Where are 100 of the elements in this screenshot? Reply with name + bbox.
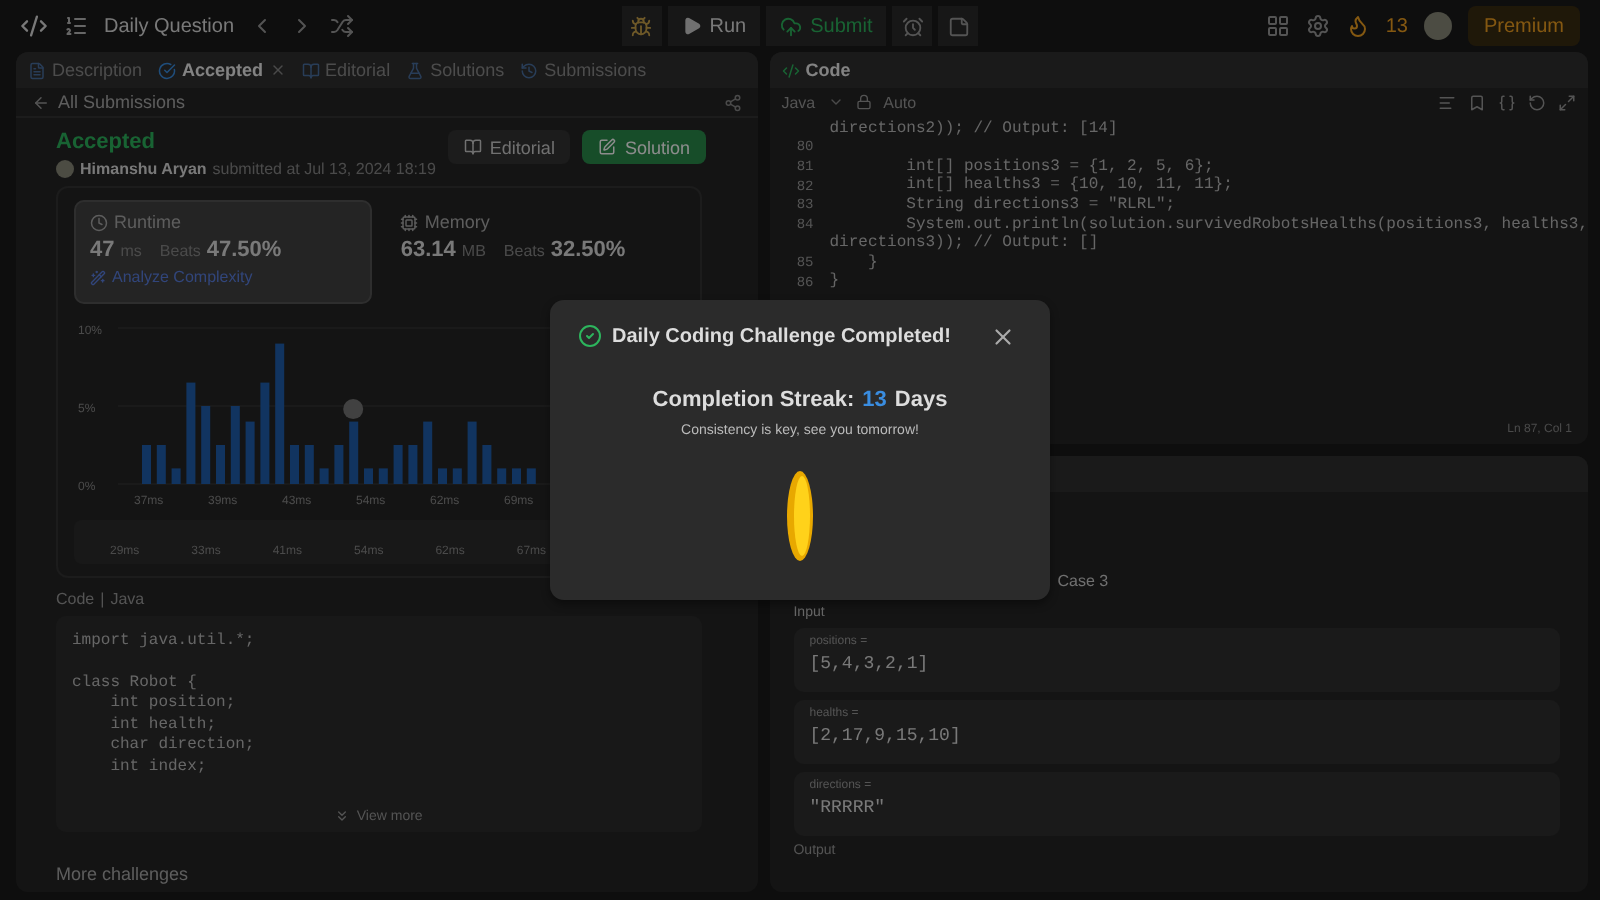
avatar-icon — [56, 160, 74, 178]
run-button[interactable]: Run — [667, 6, 761, 46]
problem-list-title[interactable]: Daily Question — [104, 15, 235, 37]
code-line: directions2)); // Output: [14] — [827, 119, 1118, 141]
chart-bar — [482, 445, 492, 484]
lock-icon — [855, 94, 872, 110]
history-icon — [520, 61, 539, 79]
code-line: import java.util.*; — [72, 632, 257, 653]
alarm-button[interactable] — [892, 6, 933, 46]
streak-number: 13 — [862, 388, 887, 412]
code-line: int index; — [108, 757, 209, 778]
flask-icon — [406, 61, 425, 79]
code-line: int[] healths3 = {10, 10, 11, 11}; — [904, 176, 1233, 196]
logo-icon[interactable] — [20, 12, 48, 40]
close-icon[interactable] — [269, 62, 286, 78]
param-value: "RRRRR" — [809, 798, 888, 819]
wand-icon — [90, 269, 106, 285]
more-challenges-heading: More challenges — [56, 864, 191, 884]
back-arrow-icon[interactable] — [32, 93, 50, 111]
chart-bar — [497, 468, 507, 484]
clock-icon — [90, 213, 108, 231]
code-line: char direction; — [108, 736, 257, 757]
code-line: int[] positions3 = {1, 2, 5, 6}; — [904, 157, 1214, 176]
beats-value: 47.50% — [206, 238, 282, 262]
chart-bar — [526, 468, 536, 484]
book-icon — [301, 61, 320, 79]
cloud-upload-icon — [780, 15, 803, 37]
code-label: Code — [56, 590, 95, 608]
chevron-down-icon[interactable] — [827, 94, 844, 110]
expand-icon[interactable] — [1558, 93, 1576, 111]
separator: | — [100, 590, 105, 608]
chart-bar — [408, 445, 418, 484]
chart-bar — [319, 468, 329, 484]
chart-bar — [216, 445, 225, 484]
code-tab[interactable]: Code — [781, 60, 851, 80]
language-label: Java — [110, 590, 145, 608]
alarm-clock-icon — [901, 15, 924, 37]
chart-bar — [260, 382, 270, 484]
dialog-title: Daily Coding Challenge Completed! — [612, 325, 951, 347]
settings-icon[interactable] — [1305, 14, 1330, 38]
param-value: [2,17,9,15,10] — [809, 726, 963, 747]
chart-bar — [349, 421, 359, 484]
avatar-marker — [343, 399, 364, 420]
panel-tab[interactable]: Accepted — [158, 60, 286, 80]
auto-mode-label: Auto — [883, 93, 917, 111]
chart-bar — [230, 406, 240, 484]
book-icon — [463, 138, 482, 156]
avatar-icon[interactable] — [1424, 12, 1452, 40]
chart-bar — [393, 445, 403, 484]
braces-icon[interactable] — [1498, 93, 1516, 111]
chart-bar — [423, 421, 433, 484]
bookmark-icon[interactable] — [1468, 93, 1486, 111]
solution-button[interactable]: Solution — [582, 130, 706, 164]
chart-bar — [186, 382, 196, 484]
reset-icon[interactable] — [1528, 93, 1546, 111]
code-icon — [781, 61, 800, 79]
chart-bar — [364, 468, 373, 484]
language-selector[interactable]: Java — [781, 93, 816, 111]
chart-bar — [201, 406, 211, 484]
code-line: directions3)); // Output: [] — [827, 234, 1099, 254]
note-button[interactable] — [938, 6, 979, 46]
debug-button[interactable] — [621, 6, 662, 46]
code-line: System.out.println(solution.survivedRobotsHealths(positions3, healths3, — [904, 215, 1588, 234]
param-value: [5,4,3,2,1] — [809, 654, 931, 675]
chart-bar — [171, 468, 181, 484]
chart-bar — [378, 468, 388, 484]
editorial-button[interactable]: Editorial — [447, 130, 571, 164]
beats-value: 32.50% — [550, 238, 626, 262]
format-icon[interactable] — [1438, 93, 1456, 111]
author-name[interactable]: Himanshu Aryan — [80, 160, 207, 178]
chart-bar — [245, 421, 255, 484]
play-icon — [681, 16, 702, 36]
code-line: } — [829, 272, 840, 294]
pen-icon — [598, 138, 617, 156]
layout-icon[interactable] — [1265, 14, 1290, 38]
chart-bar — [512, 468, 521, 484]
analyze-complexity-link[interactable]: Analyze Complexity — [112, 268, 253, 286]
submit-button[interactable]: Submit — [766, 6, 887, 46]
chart-bar — [467, 421, 477, 484]
case-tab[interactable]: Case 3 — [1057, 572, 1560, 590]
streak-unit: Days — [894, 388, 948, 412]
coin-icon — [786, 470, 814, 562]
stat-value: 47 — [90, 238, 115, 262]
code-line: } — [865, 253, 878, 275]
list-icon[interactable] — [64, 14, 88, 38]
chevrons-down-icon[interactable] — [334, 808, 351, 824]
shuffle-icon[interactable] — [330, 14, 355, 38]
stat-label: Memory — [424, 212, 490, 232]
close-icon — [989, 323, 1015, 349]
streak-count: 13 — [1385, 15, 1408, 37]
chart-bar — [438, 468, 447, 484]
code-line: String directions3 = "RLRL"; — [904, 195, 1176, 216]
chart-bar — [156, 445, 166, 484]
premium-button[interactable]: Premium — [1468, 6, 1581, 46]
chip-icon — [400, 213, 419, 231]
share-icon[interactable] — [723, 93, 742, 111]
all-submissions-link[interactable]: All Submissions — [58, 92, 186, 112]
code-line: class Robot { — [72, 673, 199, 694]
bug-icon — [630, 15, 653, 37]
stat-value: 63.14 — [400, 238, 456, 262]
